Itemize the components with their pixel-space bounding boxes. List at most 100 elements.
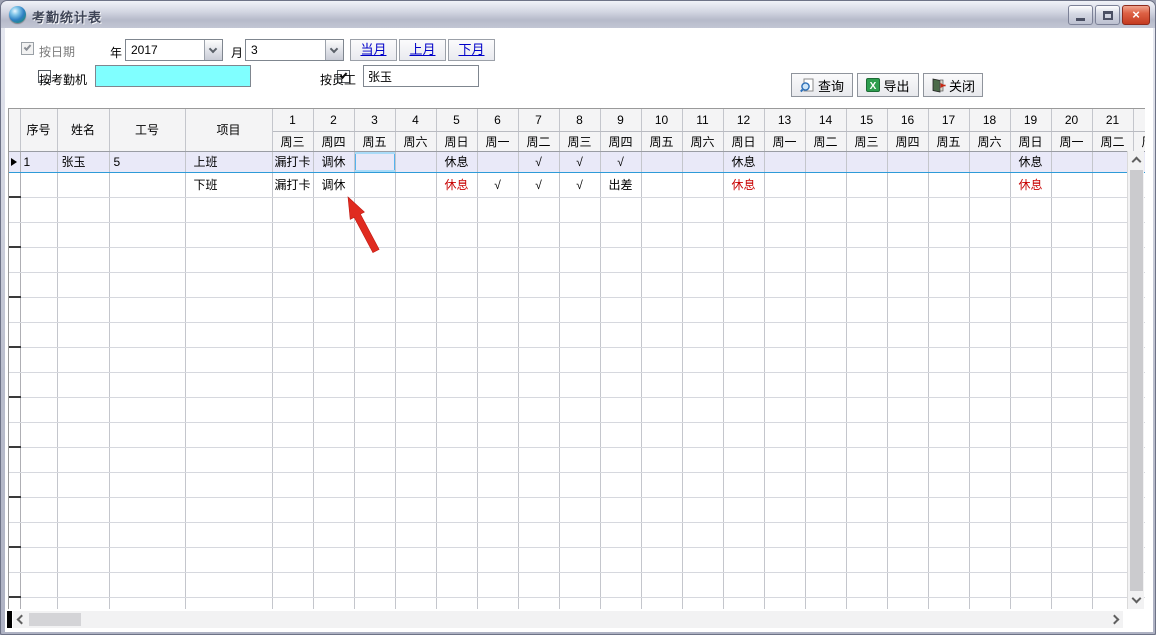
day-cell[interactable] (1010, 497, 1051, 522)
grid-cell[interactable] (109, 522, 185, 547)
grid-cell[interactable] (57, 347, 109, 372)
day-cell[interactable] (805, 497, 846, 522)
grid-cell[interactable] (57, 297, 109, 322)
day-cell[interactable] (723, 547, 764, 572)
day-cell[interactable] (682, 572, 723, 597)
day-cell[interactable] (846, 422, 887, 447)
day-cell[interactable] (436, 472, 477, 497)
grid-cell[interactable] (20, 197, 57, 222)
vertical-scrollbar-thumb[interactable] (1130, 170, 1143, 591)
day-cell[interactable] (641, 597, 682, 609)
day-cell[interactable] (477, 497, 518, 522)
grid-cell[interactable] (20, 247, 57, 272)
day-cell[interactable] (477, 197, 518, 222)
day-cell[interactable] (928, 151, 969, 172)
day-cell[interactable] (518, 322, 559, 347)
day-cell[interactable] (723, 597, 764, 609)
day-cell[interactable] (1051, 222, 1092, 247)
day-cell[interactable] (805, 197, 846, 222)
day-cell[interactable] (723, 322, 764, 347)
day-cell[interactable] (969, 547, 1010, 572)
grid-cell[interactable] (109, 222, 185, 247)
day-cell[interactable] (764, 472, 805, 497)
day-cell[interactable] (600, 597, 641, 609)
day-cell[interactable] (969, 272, 1010, 297)
day-cell[interactable] (928, 572, 969, 597)
grid-cell[interactable] (185, 497, 272, 522)
grid-cell[interactable] (57, 497, 109, 522)
day-cell[interactable] (395, 197, 436, 222)
day-cell[interactable] (969, 222, 1010, 247)
day-cell[interactable] (969, 297, 1010, 322)
day-cell[interactable] (395, 297, 436, 322)
day-cell[interactable] (272, 322, 313, 347)
day-cell[interactable] (354, 572, 395, 597)
day-cell[interactable]: √ (559, 151, 600, 172)
close-button[interactable]: × (1122, 5, 1150, 25)
day-cell[interactable] (436, 347, 477, 372)
day-cell[interactable] (600, 222, 641, 247)
day-cell[interactable] (1051, 247, 1092, 272)
grid-cell[interactable]: 张玉 (57, 151, 109, 172)
day-cell[interactable] (846, 522, 887, 547)
day-cell[interactable] (682, 297, 723, 322)
day-cell[interactable] (846, 247, 887, 272)
day-cell[interactable] (723, 222, 764, 247)
day-cell[interactable] (723, 472, 764, 497)
record-selector-cell[interactable] (9, 247, 20, 272)
day-cell[interactable] (969, 347, 1010, 372)
day-cell[interactable] (682, 497, 723, 522)
day-cell[interactable] (436, 397, 477, 422)
day-cell[interactable] (559, 272, 600, 297)
day-cell[interactable] (928, 322, 969, 347)
day-cell[interactable] (805, 222, 846, 247)
day-cell[interactable] (764, 397, 805, 422)
grid-cell[interactable] (109, 322, 185, 347)
day-cell[interactable] (887, 422, 928, 447)
day-cell[interactable] (313, 447, 354, 472)
day-cell[interactable] (641, 172, 682, 197)
day-cell[interactable]: 休息 (723, 151, 764, 172)
grid-cell[interactable] (57, 522, 109, 547)
day-cell[interactable] (1010, 572, 1051, 597)
day-cell[interactable] (600, 372, 641, 397)
day-cell[interactable] (764, 372, 805, 397)
day-cell[interactable] (969, 197, 1010, 222)
vertical-scrollbar[interactable] (1127, 151, 1144, 609)
day-cell[interactable] (600, 397, 641, 422)
day-cell[interactable] (354, 172, 395, 197)
day-cell[interactable] (846, 197, 887, 222)
scroll-up-icon[interactable] (1132, 157, 1142, 167)
day-cell[interactable] (928, 497, 969, 522)
day-cell[interactable] (1010, 297, 1051, 322)
grid-cell[interactable] (185, 447, 272, 472)
day-cell[interactable] (1010, 222, 1051, 247)
day-cell[interactable] (395, 222, 436, 247)
day-cell[interactable] (313, 272, 354, 297)
day-cell[interactable] (846, 322, 887, 347)
day-cell[interactable] (518, 297, 559, 322)
day-cell[interactable] (518, 472, 559, 497)
grid-cell[interactable] (20, 547, 57, 572)
day-cell[interactable] (600, 272, 641, 297)
day-cell[interactable] (928, 197, 969, 222)
day-cell[interactable] (477, 447, 518, 472)
day-cell[interactable] (928, 222, 969, 247)
day-cell[interactable] (559, 522, 600, 547)
record-selector-cell[interactable] (9, 572, 20, 597)
day-cell[interactable] (682, 372, 723, 397)
grid-cell[interactable] (185, 472, 272, 497)
day-cell[interactable] (1051, 322, 1092, 347)
day-cell[interactable] (969, 372, 1010, 397)
day-cell[interactable] (846, 447, 887, 472)
day-cell[interactable] (1051, 522, 1092, 547)
record-selector-cell[interactable] (9, 397, 20, 422)
day-cell[interactable] (682, 322, 723, 347)
day-cell[interactable] (764, 497, 805, 522)
day-cell[interactable] (846, 172, 887, 197)
grid-cell[interactable] (109, 247, 185, 272)
day-cell[interactable] (846, 472, 887, 497)
day-cell[interactable] (559, 422, 600, 447)
day-cell[interactable] (477, 322, 518, 347)
export-button[interactable]: X 导出 (857, 73, 919, 97)
